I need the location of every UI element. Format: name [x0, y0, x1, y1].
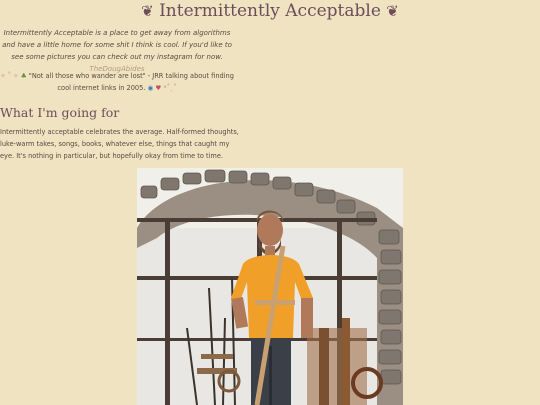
site-title-text: Intermittently Acceptable: [159, 1, 381, 21]
clover-icon: ♣: [20, 72, 27, 80]
intro-text: Intermittently Acceptable is a place to …: [2, 29, 232, 61]
quote-line: ✧ ˚ ✧ ♣ "Not all those who wander are lo…: [0, 70, 234, 94]
photo-illustration: [137, 168, 403, 405]
sparkle-icon: ✧ ˚ ✧: [0, 72, 19, 80]
globe-icon: ◉: [147, 84, 154, 92]
photo: [137, 168, 403, 405]
site-title: ❦ Intermittently Acceptable ❦: [0, 0, 540, 22]
section-body: Intermittently acceptable celebrates the…: [0, 128, 239, 160]
sparkle-icon-right: *˚ˎ˚: [163, 84, 177, 92]
heart-icon: ♥: [155, 84, 162, 92]
fleuron-icon-right: ❦: [386, 2, 399, 20]
intro-paragraph: Intermittently Acceptable is a place to …: [0, 27, 234, 75]
quote-text: "Not all those who wander are lost" - JR…: [28, 72, 234, 92]
fleuron-icon-left: ❦: [141, 2, 154, 20]
section-heading: What I'm going for: [0, 105, 120, 120]
